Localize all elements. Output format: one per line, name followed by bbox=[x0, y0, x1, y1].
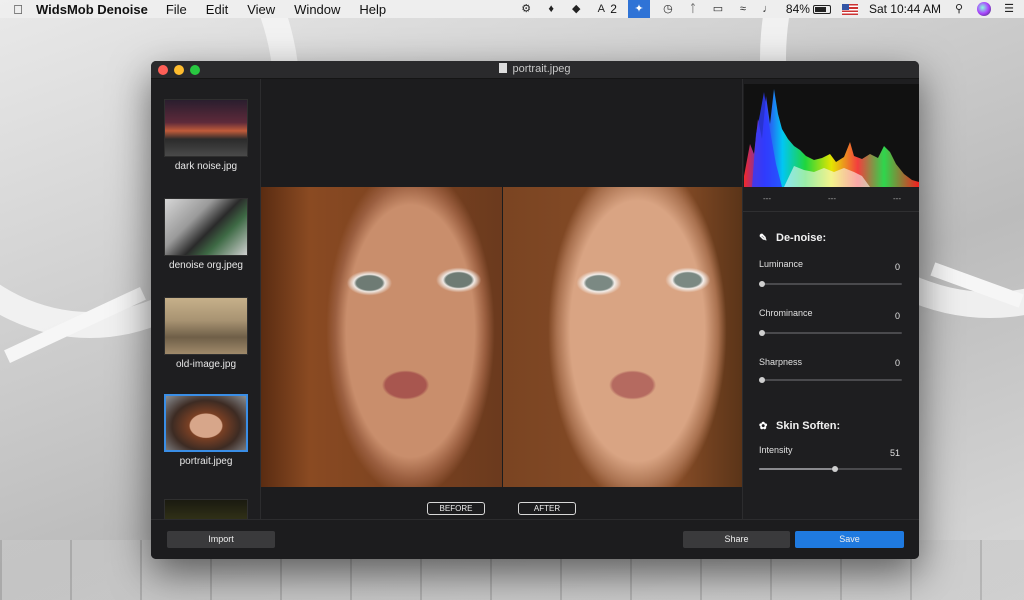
thumbnail-item-selected[interactable]: portrait.jpeg bbox=[164, 394, 248, 467]
adjustment-panel: --- --- --- ✎ De-noise: Luminance 0 Chrom… bbox=[742, 79, 919, 519]
document-icon bbox=[499, 63, 508, 73]
intensity-value: 51 bbox=[889, 448, 900, 458]
battery-status[interactable]: 84% bbox=[786, 2, 831, 16]
sharpness-slider[interactable] bbox=[759, 377, 902, 383]
histogram-readouts: --- --- --- bbox=[743, 194, 919, 206]
thumbnail-item[interactable]: dark noise.jpg bbox=[164, 99, 248, 172]
window-title: portrait.jpeg bbox=[151, 63, 919, 75]
thumbnail-sidebar: dark noise.jpg denoise org.jpeg old-imag… bbox=[151, 79, 261, 519]
sharpness-value: 0 bbox=[894, 358, 900, 368]
before-button[interactable]: BEFORE bbox=[427, 502, 485, 515]
chrominance-label: Chrominance bbox=[759, 308, 813, 318]
intensity-slider[interactable] bbox=[759, 466, 902, 472]
slider-fill bbox=[759, 468, 832, 470]
divider bbox=[743, 211, 919, 212]
gear-status-icon[interactable]: ⚙ bbox=[519, 3, 533, 15]
bluetooth-icon[interactable]: ᛏ bbox=[686, 3, 700, 15]
menu-window[interactable]: Window bbox=[294, 2, 340, 17]
thumbnail-image bbox=[164, 198, 248, 256]
menu-view[interactable]: View bbox=[247, 2, 275, 17]
slider-knob[interactable] bbox=[759, 330, 765, 336]
luminance-slider[interactable] bbox=[759, 281, 902, 287]
time-machine-icon[interactable]: ◷ bbox=[661, 3, 675, 15]
adobe-count: 2 bbox=[610, 2, 617, 16]
thumbnail-label: old-image.jpg bbox=[175, 359, 237, 370]
skin-soften-title: Skin Soften: bbox=[776, 420, 841, 432]
brush-icon: ✎ bbox=[759, 233, 768, 244]
window-title-text: portrait.jpeg bbox=[512, 63, 571, 75]
apple-menu-icon[interactable]:  bbox=[0, 2, 36, 17]
us-flag-icon[interactable] bbox=[841, 3, 858, 15]
battery-icon bbox=[812, 4, 831, 14]
slider-knob[interactable] bbox=[759, 377, 765, 383]
share-button[interactable]: Share bbox=[683, 531, 790, 548]
adobe-icon: A bbox=[597, 3, 605, 15]
thumbnail-item[interactable]: old-image.jpg bbox=[164, 297, 248, 370]
skin-icon: ✿ bbox=[759, 421, 768, 432]
notification-center-icon[interactable]: ☰ bbox=[1002, 3, 1016, 15]
denoise-heading: ✎ De-noise: bbox=[759, 232, 826, 244]
menu-bar:  WidsMob Denoise File Edit View Window … bbox=[0, 0, 1024, 18]
clock[interactable]: Sat 10:44 AM bbox=[869, 2, 941, 16]
luminance-value: 0 bbox=[894, 262, 900, 272]
search-icon[interactable]: ⚲ bbox=[952, 3, 966, 15]
thumbnail-label: dark noise.jpg bbox=[174, 161, 238, 172]
status-area: ⚙ ♦ ◆ A 2 ✦ ◷ ᛏ ▭ ≈ ♩ 84% Sat 10:44 AM ⚲… bbox=[519, 0, 1016, 18]
thumbnail-label: portrait.jpeg bbox=[179, 456, 233, 467]
image-viewer: BEFORE AFTER bbox=[261, 79, 743, 519]
thumbnail-image bbox=[164, 394, 248, 452]
app-menu[interactable]: WidsMob Denoise bbox=[36, 2, 148, 17]
adobe-status[interactable]: A 2 bbox=[594, 2, 617, 16]
after-button[interactable]: AFTER bbox=[518, 502, 576, 515]
siri-icon[interactable] bbox=[977, 2, 991, 16]
wifi-icon[interactable]: ≈ bbox=[736, 3, 750, 15]
menu-edit[interactable]: Edit bbox=[206, 2, 228, 17]
histogram bbox=[744, 84, 919, 187]
thumbnail-item[interactable]: denoise org.jpeg bbox=[164, 198, 248, 271]
histogram-readout: --- bbox=[763, 194, 771, 203]
thumbnail-image bbox=[164, 99, 248, 157]
histogram-readout: --- bbox=[893, 194, 901, 203]
snapshot-icon[interactable]: ✦ bbox=[627, 0, 650, 18]
title-bar: portrait.jpeg bbox=[151, 61, 919, 79]
display-icon[interactable]: ▭ bbox=[711, 3, 725, 15]
evernote-icon[interactable]: ♦ bbox=[544, 3, 558, 15]
luminance-label: Luminance bbox=[759, 259, 804, 269]
thumbnail-label: denoise org.jpeg bbox=[169, 260, 243, 271]
dropbox-icon[interactable]: ◆ bbox=[569, 3, 583, 15]
thumbnail-item[interactable] bbox=[164, 499, 248, 519]
before-image[interactable] bbox=[261, 187, 502, 487]
sharpness-label: Sharpness bbox=[759, 357, 803, 367]
chrominance-value: 0 bbox=[894, 311, 900, 321]
app-window: portrait.jpeg dark noise.jpg denoise org… bbox=[151, 61, 919, 559]
after-image[interactable] bbox=[503, 187, 743, 487]
thumbnail-image bbox=[164, 499, 248, 519]
menu-file[interactable]: File bbox=[166, 2, 187, 17]
skin-soften-heading: ✿ Skin Soften: bbox=[759, 420, 840, 432]
thumbnail-image bbox=[164, 297, 248, 355]
menu-help[interactable]: Help bbox=[359, 2, 386, 17]
bottom-toolbar: Import Share Save bbox=[151, 519, 919, 559]
chrominance-slider[interactable] bbox=[759, 330, 902, 336]
battery-percent: 84% bbox=[785, 2, 810, 16]
slider-knob[interactable] bbox=[759, 281, 765, 287]
slider-knob[interactable] bbox=[831, 466, 838, 472]
import-button[interactable]: Import bbox=[167, 531, 275, 548]
denoise-title: De-noise: bbox=[776, 232, 827, 244]
intensity-label: Intensity bbox=[759, 445, 793, 455]
save-button[interactable]: Save bbox=[795, 531, 904, 548]
volume-icon[interactable]: ♩ bbox=[761, 3, 775, 15]
histogram-readout: --- bbox=[828, 194, 836, 203]
